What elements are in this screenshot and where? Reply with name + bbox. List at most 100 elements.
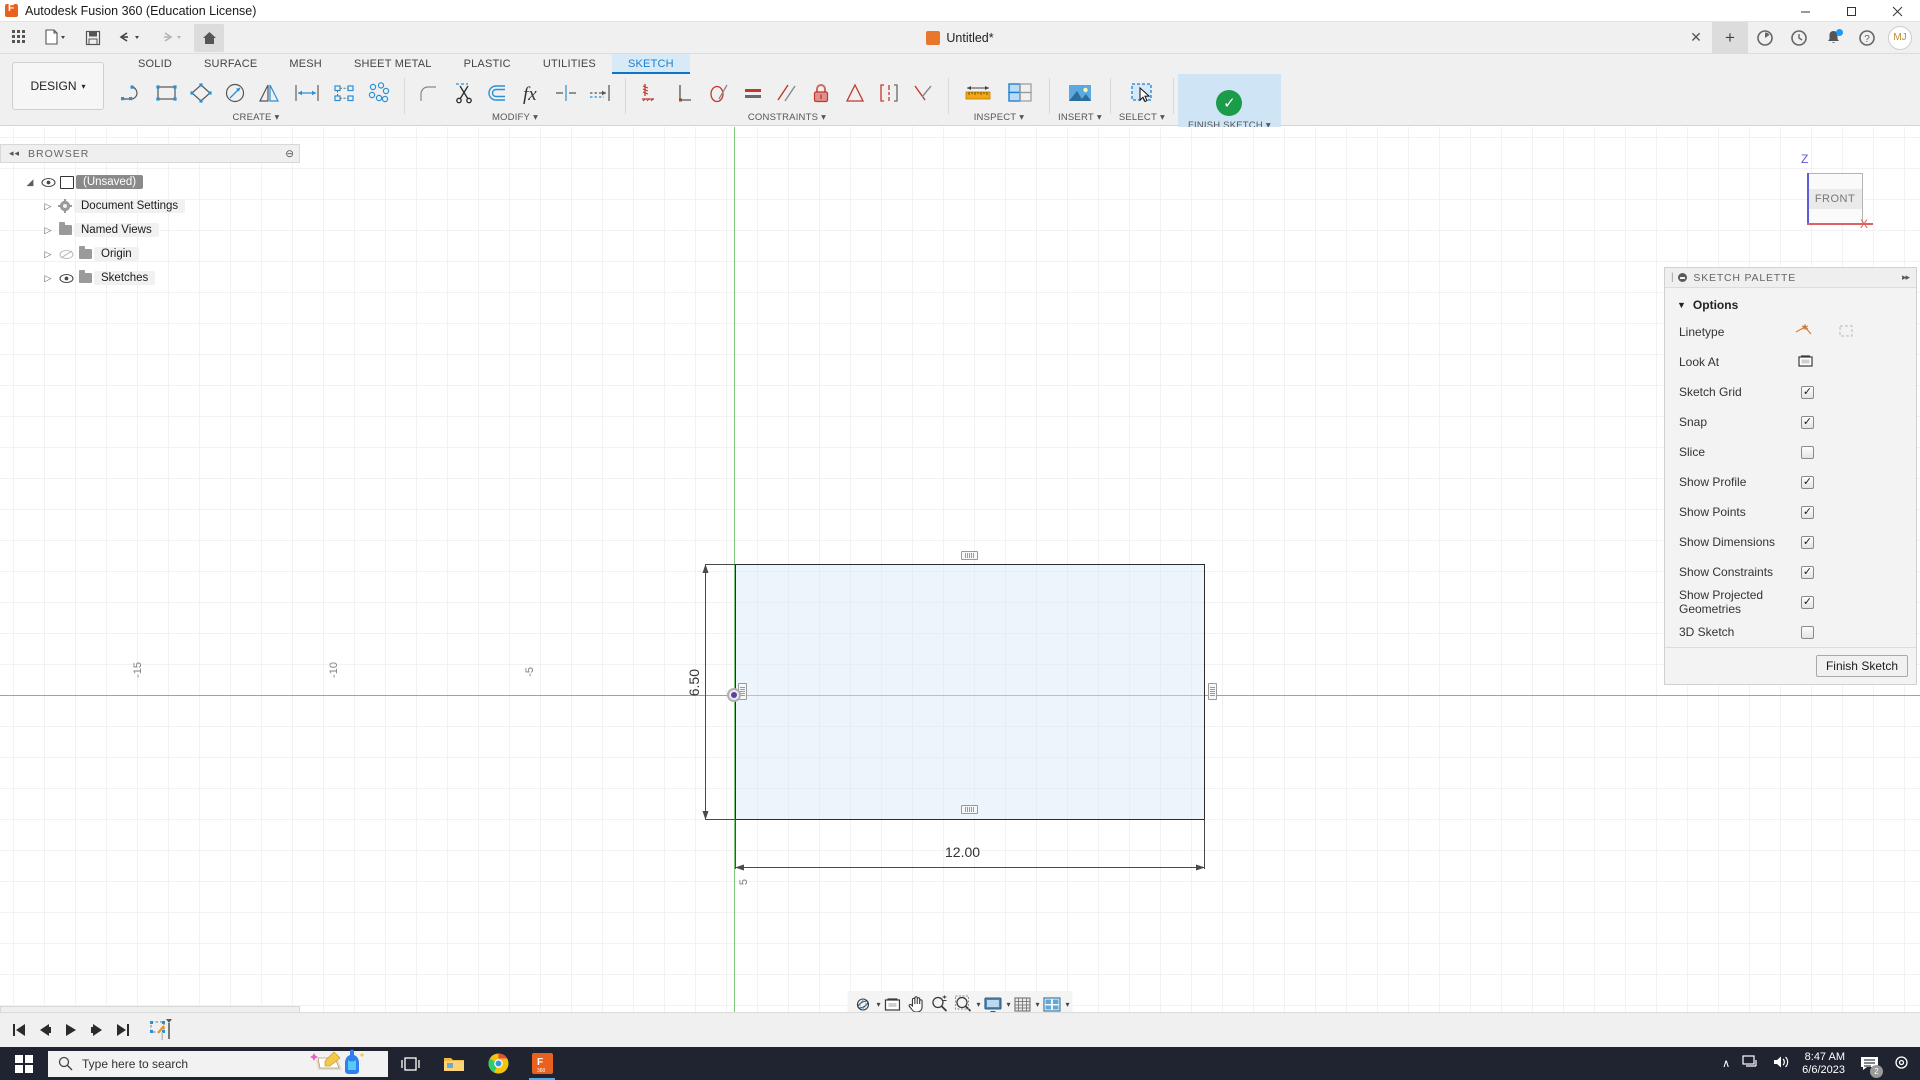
expand-arrow-icon[interactable]: ▷ bbox=[40, 201, 56, 212]
curvature-icon[interactable] bbox=[906, 76, 940, 110]
close-button[interactable] bbox=[1874, 0, 1920, 22]
sketch-grid-checkbox[interactable]: ✓ bbox=[1801, 386, 1814, 399]
minimize-button[interactable] bbox=[1782, 0, 1828, 22]
finish-sketch-palette-button[interactable]: Finish Sketch bbox=[1816, 655, 1908, 677]
parallel-icon[interactable] bbox=[770, 76, 804, 110]
expand-arrow-icon[interactable]: ▷ bbox=[40, 273, 56, 284]
mirror-icon[interactable] bbox=[252, 76, 286, 110]
3d-sketch-checkbox[interactable] bbox=[1801, 626, 1814, 639]
expand-arrow-icon[interactable]: ◢ bbox=[22, 177, 38, 188]
avatar[interactable]: MJ bbox=[1888, 26, 1912, 50]
coincident-icon[interactable] bbox=[634, 76, 668, 110]
horizontal-constraint-icon[interactable] bbox=[961, 551, 978, 560]
help-icon[interactable]: ? bbox=[1850, 22, 1884, 54]
tab-utilities[interactable]: UTILITIES bbox=[527, 54, 612, 74]
palette-row-show-dimensions[interactable]: Show Dimensions ✓ bbox=[1665, 527, 1916, 557]
dimension-icon[interactable] bbox=[286, 76, 328, 110]
chrome-icon[interactable] bbox=[476, 1047, 520, 1080]
taskbar-clock[interactable]: 8:47 AM 6/6/2023 bbox=[1802, 1051, 1845, 1077]
save-icon[interactable] bbox=[78, 24, 108, 52]
action-center-icon[interactable]: 2 bbox=[1857, 1052, 1881, 1076]
tab-solid[interactable]: SOLID bbox=[122, 54, 188, 74]
recent-icon[interactable] bbox=[1782, 22, 1816, 54]
workspace-selector[interactable]: DESIGN ▾ bbox=[12, 62, 104, 110]
maximize-button[interactable] bbox=[1828, 0, 1874, 22]
view-cube[interactable]: FRONT Z X bbox=[1783, 147, 1875, 233]
notifications-icon[interactable] bbox=[1816, 22, 1850, 54]
active-component-radio[interactable] bbox=[149, 176, 162, 189]
tab-mesh[interactable]: MESH bbox=[273, 54, 338, 74]
slice-checkbox[interactable] bbox=[1801, 446, 1814, 459]
settings-gear-icon[interactable] bbox=[1893, 1054, 1910, 1074]
change-parameters-icon[interactable]: fx bbox=[515, 76, 549, 110]
visibility-eye-off-icon[interactable] bbox=[56, 249, 76, 260]
volume-icon[interactable] bbox=[1772, 1054, 1790, 1073]
tangent-icon[interactable] bbox=[702, 76, 736, 110]
perpendicular-icon[interactable] bbox=[668, 76, 702, 110]
palette-row-show-constraints[interactable]: Show Constraints ✓ bbox=[1665, 557, 1916, 587]
offset-icon[interactable] bbox=[481, 76, 515, 110]
show-projected-geometries-checkbox[interactable]: ✓ bbox=[1801, 596, 1814, 609]
job-status-icon[interactable] bbox=[1748, 22, 1782, 54]
task-view-icon[interactable] bbox=[388, 1047, 432, 1080]
new-tab-button[interactable]: + bbox=[1712, 22, 1748, 54]
close-tab-button[interactable]: ✕ bbox=[1680, 22, 1712, 54]
fusion360-icon[interactable]: F 360 bbox=[520, 1047, 564, 1080]
go-to-beginning-icon[interactable] bbox=[8, 1018, 30, 1042]
group-label-constraints[interactable]: CONSTRAINTS▾ bbox=[748, 112, 826, 123]
app-grid-icon[interactable] bbox=[4, 24, 34, 52]
network-icon[interactable] bbox=[1742, 1054, 1760, 1073]
palette-row-show-points[interactable]: Show Points ✓ bbox=[1665, 497, 1916, 527]
look-at-icon[interactable] bbox=[1797, 353, 1814, 371]
show-constraints-checkbox[interactable]: ✓ bbox=[1801, 566, 1814, 579]
tab-surface[interactable]: SURFACE bbox=[188, 54, 273, 74]
tab-sketch[interactable]: SKETCH bbox=[612, 54, 690, 74]
palette-row-sketch-grid[interactable]: Sketch Grid ✓ bbox=[1665, 377, 1916, 407]
expand-panel-icon[interactable]: ▸▸ bbox=[1902, 272, 1916, 283]
construction-line-icon[interactable] bbox=[1795, 323, 1812, 341]
trim-icon[interactable] bbox=[447, 76, 481, 110]
show-points-checkbox[interactable]: ✓ bbox=[1801, 506, 1814, 519]
document-tab[interactable]: Untitled* bbox=[926, 31, 993, 45]
browser-item-named-views[interactable]: ▷ Named Views bbox=[0, 218, 300, 242]
palette-menu-icon[interactable] bbox=[1678, 273, 1687, 282]
browser-item-document-settings[interactable]: ▷ Document Settings bbox=[0, 194, 300, 218]
group-label-select[interactable]: SELECT▾ bbox=[1119, 112, 1165, 123]
palette-row-snap[interactable]: Snap ✓ bbox=[1665, 407, 1916, 437]
symmetry-icon[interactable] bbox=[838, 76, 872, 110]
visibility-eye-icon[interactable] bbox=[56, 273, 76, 284]
palette-row-show-profile[interactable]: Show Profile ✓ bbox=[1665, 467, 1916, 497]
browser-settings-icon[interactable]: ⊖ bbox=[285, 148, 299, 160]
group-label-create[interactable]: CREATE▾ bbox=[233, 112, 280, 123]
group-label-modify[interactable]: MODIFY▾ bbox=[492, 112, 538, 123]
circular-pattern-icon[interactable] bbox=[362, 76, 396, 110]
tab-sheet-metal[interactable]: SHEET METAL bbox=[338, 54, 448, 74]
rectangle-icon[interactable] bbox=[150, 76, 184, 110]
file-explorer-icon[interactable] bbox=[432, 1047, 476, 1080]
equal-icon[interactable] bbox=[736, 76, 770, 110]
options-section-header[interactable]: ▼ Options bbox=[1665, 293, 1916, 317]
undo-icon[interactable] bbox=[110, 24, 150, 52]
step-forward-icon[interactable] bbox=[86, 1018, 108, 1042]
redo-icon[interactable] bbox=[152, 24, 192, 52]
chevron-down-icon[interactable]: ▾ bbox=[1066, 1000, 1070, 1009]
browser-item-unsaved[interactable]: ◢ (Unsaved) bbox=[0, 170, 300, 194]
view-cube-front-face[interactable]: FRONT bbox=[1807, 173, 1863, 225]
sketch-palette-header[interactable]: | SKETCH PALETTE ▸▸ bbox=[1665, 268, 1916, 288]
expand-arrow-icon[interactable]: ▷ bbox=[40, 225, 56, 236]
expand-arrow-icon[interactable]: ▷ bbox=[40, 249, 56, 260]
grip-icon[interactable]: | bbox=[1671, 272, 1674, 283]
show-profile-checkbox[interactable]: ✓ bbox=[1801, 476, 1814, 489]
tray-chevron-icon[interactable]: ∧ bbox=[1722, 1057, 1730, 1070]
canvas-workspace[interactable]: -15 -10 -5 5 6.50 12.00 FRONT Z X ◂◂ BRO… bbox=[0, 127, 1920, 1025]
show-dimensions-checkbox[interactable]: ✓ bbox=[1801, 536, 1814, 549]
select-icon[interactable] bbox=[1121, 76, 1163, 110]
section-analysis-icon[interactable] bbox=[999, 76, 1041, 110]
horizontal-constraint-icon[interactable] bbox=[961, 805, 978, 814]
extend-icon[interactable] bbox=[583, 76, 617, 110]
measure-icon[interactable] bbox=[957, 76, 999, 110]
line-icon[interactable] bbox=[116, 76, 150, 110]
break-icon[interactable] bbox=[549, 76, 583, 110]
sketch-rectangle-profile[interactable] bbox=[735, 564, 1205, 820]
windows-start-icon[interactable] bbox=[0, 1047, 48, 1080]
